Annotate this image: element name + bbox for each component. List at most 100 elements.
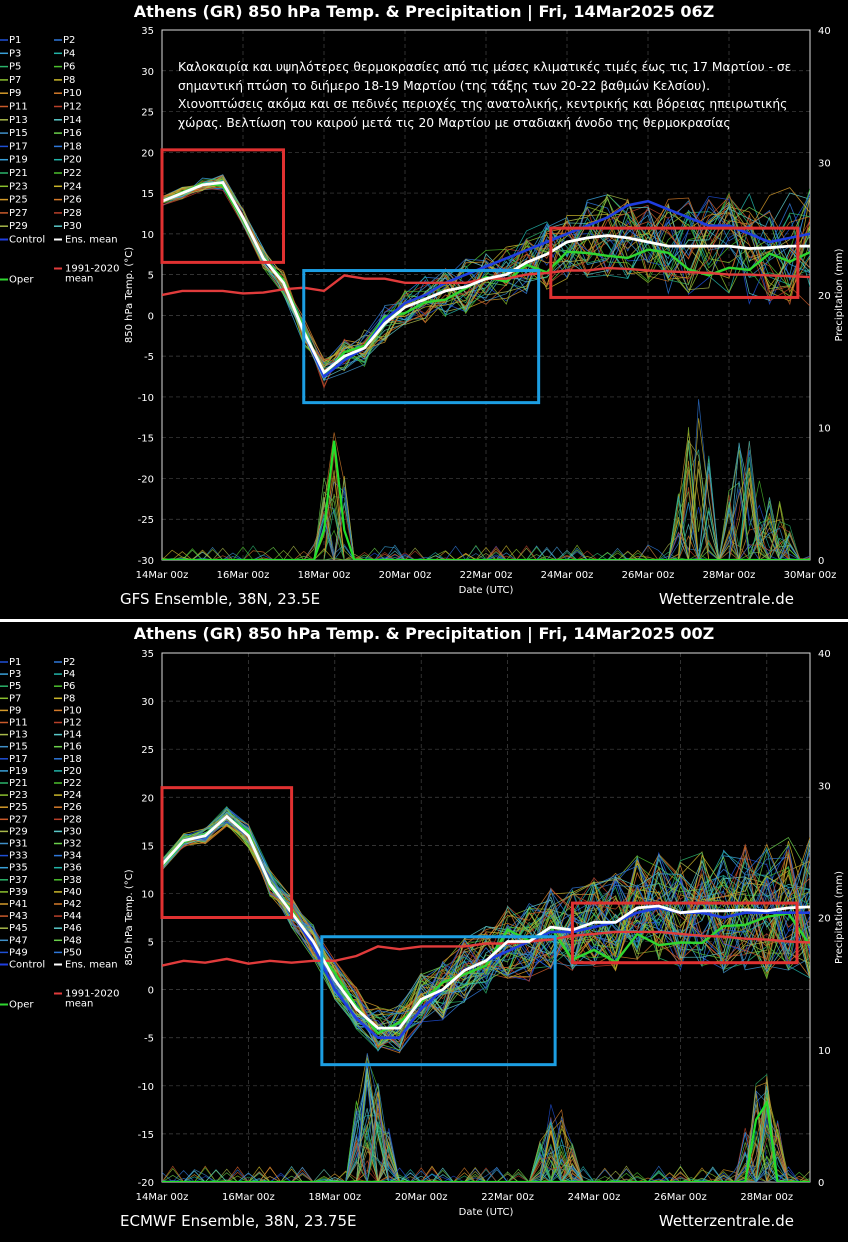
legend-label: P6 [63, 681, 75, 692]
legend-label: P30 [63, 826, 82, 837]
y2-tick-label: 0 [818, 556, 824, 567]
y-tick-label: 25 [141, 745, 154, 756]
legend-mean: Ens. mean [65, 235, 118, 246]
y2-tick-label: 20 [818, 914, 831, 925]
legend-label: P25 [9, 195, 28, 206]
legend-label: P16 [63, 742, 82, 753]
precip-line [162, 1053, 810, 1182]
x-tick-label: 16Mar 00z [217, 570, 270, 581]
legend-label: P2 [63, 657, 75, 668]
x-axis-label: Date (UTC) [459, 585, 514, 596]
legend-label: P13 [9, 115, 28, 126]
member-line [162, 812, 810, 1034]
precip-line [162, 1105, 810, 1182]
legend-label: P6 [63, 62, 75, 73]
y-tick-label: 35 [141, 26, 154, 37]
y-tick-label: 0 [148, 986, 154, 997]
legend-label: P47 [9, 935, 28, 946]
y-tick-label: -5 [144, 1034, 154, 1045]
ecmwf-panel: Athens (GR) 850 hPa Temp. & Precipitatio… [0, 622, 848, 1242]
legend-label: P23 [9, 181, 28, 192]
legend-label: P11 [9, 718, 28, 729]
legend-label: P23 [9, 790, 28, 801]
legend-label: P50 [63, 947, 82, 958]
legend-label: P29 [9, 221, 28, 232]
precip-line [162, 1103, 810, 1182]
legend-label: P15 [9, 742, 28, 753]
precip-line [162, 1058, 810, 1182]
legend-label: P11 [9, 102, 28, 113]
legend: P1 P2 P3 P4 P5 P6 P7 P8 P9 P10 P11 P12 P13 P14 P15 P16 P… [0, 35, 120, 286]
precip-line [162, 1068, 810, 1182]
legend-oper: Oper [9, 275, 34, 286]
y-tick-label: 15 [141, 841, 154, 852]
legend-label: P40 [63, 887, 82, 898]
x-tick-label: 18Mar 00z [308, 1192, 361, 1203]
x-tick-label: 14Mar 00z [136, 570, 189, 581]
legend-label: P29 [9, 826, 28, 837]
y2-tick-label: 30 [818, 781, 831, 792]
legend-label: P37 [9, 875, 28, 886]
x-tick-label: 30Mar 00z [784, 570, 837, 581]
legend-label: P3 [9, 48, 21, 59]
precip-line [162, 1072, 810, 1182]
legend-clim: mean [65, 999, 93, 1010]
plot-area [162, 805, 810, 1182]
legend-label: P13 [9, 730, 28, 741]
legend-clim: mean [65, 274, 93, 285]
y-tick-label: -15 [138, 434, 154, 445]
legend-label: P9 [9, 705, 21, 716]
legend-label: P39 [9, 887, 28, 898]
y-tick-label: 10 [141, 889, 154, 900]
legend-label: P8 [63, 693, 75, 704]
y-tick-label: -30 [138, 556, 154, 567]
legend-control: Control [9, 235, 45, 246]
y-tick-label: 30 [141, 697, 154, 708]
x-tick-label: 22Mar 00z [481, 1192, 534, 1203]
y-tick-label: 15 [141, 189, 154, 200]
legend-label: P42 [63, 899, 82, 910]
legend-label: P1 [9, 657, 21, 668]
y-tick-label: 20 [141, 793, 154, 804]
legend-label: P31 [9, 839, 28, 850]
precip-line [162, 1137, 810, 1182]
legend-mean: Ens. mean [65, 960, 118, 971]
legend-label: P19 [9, 155, 28, 166]
legend-label: P10 [63, 705, 82, 716]
legend-label: P5 [9, 681, 21, 692]
y2-axis-label: Precipitation (mm) [834, 248, 845, 341]
legend-label: P30 [63, 221, 82, 232]
legend-label: P7 [9, 75, 21, 86]
y-tick-label: 5 [148, 938, 154, 949]
legend-label: P49 [9, 947, 28, 958]
legend-label: P21 [9, 168, 28, 179]
x-tick-label: 22Mar 00z [460, 570, 513, 581]
precip-line [162, 1074, 810, 1182]
legend-label: P38 [63, 875, 82, 886]
y2-tick-label: 40 [818, 649, 831, 660]
legend-label: P24 [63, 790, 82, 801]
source-label: Wetterzentrale.de [658, 1212, 794, 1230]
legend-label: P4 [63, 48, 75, 59]
model-label: GFS Ensemble, 38N, 23.5E [120, 590, 321, 608]
legend-label: P18 [63, 754, 82, 765]
legend-label: P10 [63, 88, 82, 99]
legend-label: P25 [9, 802, 28, 813]
precip-line [162, 1131, 810, 1182]
y2-axis-label: Precipitation (mm) [834, 871, 845, 964]
legend-label: P2 [63, 35, 75, 46]
legend-label: P48 [63, 935, 82, 946]
precip-line [162, 1108, 810, 1182]
highlight-box [160, 148, 285, 264]
y-tick-label: 35 [141, 649, 154, 660]
legend-label: P45 [9, 923, 28, 934]
legend-label: P14 [63, 115, 82, 126]
legend-label: P8 [63, 75, 75, 86]
y2-tick-label: 10 [818, 424, 831, 435]
y-axis-label: 850 hPa Temp. (°C) [124, 247, 135, 343]
legend-label: P44 [63, 911, 82, 922]
legend-label: P43 [9, 911, 28, 922]
legend-label: P36 [63, 863, 82, 874]
legend-label: P17 [9, 141, 28, 152]
model-label: ECMWF Ensemble, 38N, 23.75E [120, 1212, 357, 1230]
